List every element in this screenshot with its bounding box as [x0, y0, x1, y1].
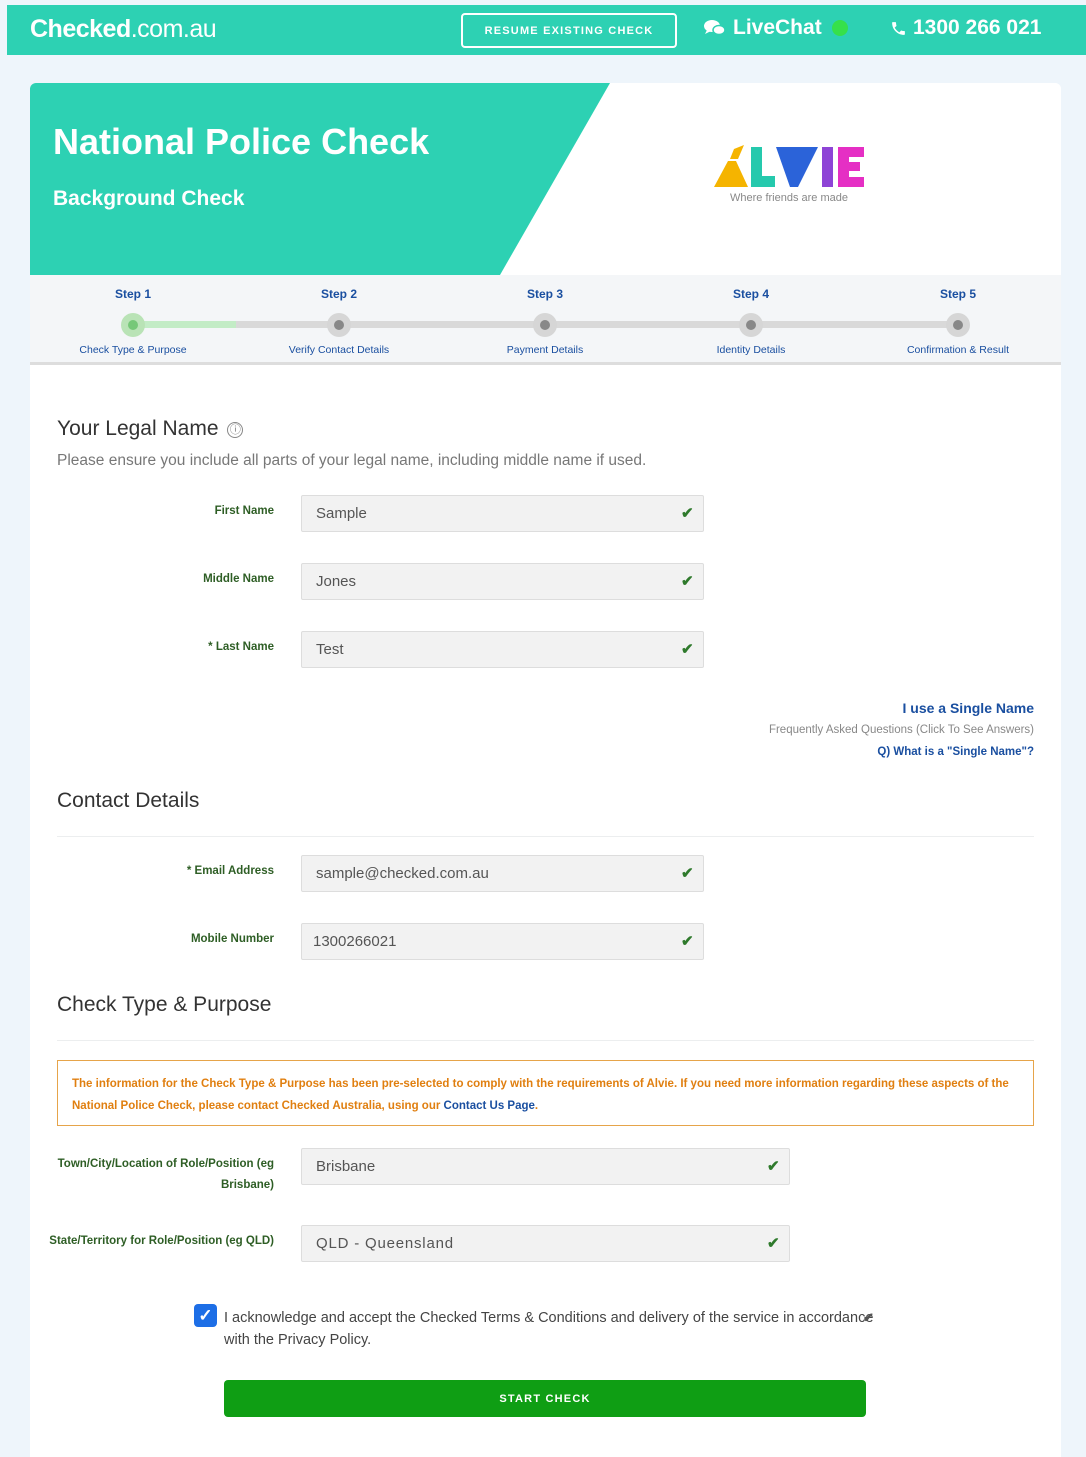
- livechat-link[interactable]: LiveChat: [704, 16, 848, 40]
- alvie-logo: [714, 145, 864, 187]
- hero-banner: National Police Check Background Check W…: [30, 83, 1061, 275]
- phone-number: 1300 266 021: [913, 16, 1042, 39]
- step-title: Step 3: [526, 287, 563, 301]
- top-bar: Checked.com.au RESUME EXISTING CHECK Liv…: [7, 5, 1086, 55]
- contact-details-title: Contact Details: [57, 789, 200, 812]
- step-label: Identity Details: [716, 344, 786, 356]
- legal-name-title: Your Legal Name: [57, 417, 219, 440]
- alvie-tagline: Where friends are made: [730, 192, 848, 204]
- faq-title: Frequently Asked Questions (Click To See…: [768, 724, 1034, 736]
- step-title: Step 5: [939, 287, 976, 301]
- phone-icon: [892, 21, 905, 35]
- step-label: Payment Details: [506, 344, 584, 356]
- page-title: National Police Check: [53, 121, 430, 162]
- chat-bubbles-icon: [704, 20, 726, 36]
- single-name-link[interactable]: I use a Single Name: [903, 700, 1035, 716]
- step-label: Verify Contact Details: [288, 344, 390, 356]
- valid-checkmark-icon: ✔: [767, 1235, 780, 1252]
- step-dot-active: [121, 313, 145, 337]
- divider: [57, 1040, 1034, 1041]
- last-name-label: * Last Name: [208, 641, 274, 653]
- valid-checkmark-icon: ✔: [767, 1158, 780, 1175]
- faq-single-name-question[interactable]: Q) What is a "Single Name"?: [877, 746, 1034, 758]
- valid-checkmark-icon: ✔: [681, 933, 694, 950]
- checked-logo[interactable]: Checked.com.au: [30, 15, 217, 44]
- mobile-label: Mobile Number: [190, 933, 274, 945]
- online-status-dot: [831, 20, 848, 36]
- mobile-input[interactable]: [301, 923, 704, 960]
- valid-checkmark-icon: ✔: [681, 865, 694, 882]
- legal-name-description: Please ensure you include all parts of y…: [57, 452, 647, 469]
- town-label: Town/City/Location of Role/Position (eg …: [57, 1158, 274, 1191]
- state-selected-value: QLD - Queensland: [316, 1235, 454, 1252]
- check-form-card: National Police Check Background Check W…: [30, 83, 1061, 1457]
- last-name-input[interactable]: [301, 631, 704, 668]
- page-subtitle: Background Check: [53, 187, 245, 210]
- email-label: * Email Address: [186, 865, 274, 877]
- contact-us-link[interactable]: Contact Us Page: [444, 1100, 535, 1112]
- valid-checkmark-icon: ✔: [681, 641, 694, 658]
- step-label: Check Type & Purpose: [79, 344, 187, 356]
- step-dot: [327, 313, 351, 337]
- notice-end: .: [534, 1100, 539, 1112]
- step-dot: [533, 313, 557, 337]
- hero-background: [30, 83, 1061, 275]
- first-name-input[interactable]: [301, 495, 704, 532]
- step-title: Step 1: [114, 287, 151, 301]
- first-name-label: First Name: [214, 505, 274, 517]
- phone-link[interactable]: 1300 266 021: [890, 16, 1041, 40]
- terms-checkbox[interactable]: ✓: [194, 1304, 217, 1327]
- notice-text: The information for the Check Type & Pur…: [72, 1078, 1009, 1112]
- step-dot: [946, 313, 970, 337]
- middle-name-label: Middle Name: [203, 573, 274, 585]
- valid-checkmark-icon: ✔: [681, 505, 694, 522]
- start-check-button[interactable]: START CHECK: [224, 1380, 866, 1417]
- step-title: Step 4: [732, 287, 769, 301]
- info-icon[interactable]: ⓘ: [227, 422, 244, 438]
- town-input[interactable]: [301, 1148, 790, 1185]
- middle-name-input[interactable]: [301, 563, 704, 600]
- step-label: Confirmation & Result: [906, 344, 1010, 356]
- divider: [57, 836, 1034, 837]
- state-select[interactable]: QLD - Queensland: [301, 1225, 790, 1262]
- terms-text: I acknowledge and accept the Checked Ter…: [224, 1310, 874, 1348]
- progress-track-done: [132, 321, 236, 328]
- livechat-label: LiveChat: [733, 16, 822, 39]
- valid-checkmark-icon: ✔: [681, 573, 694, 590]
- progress-stepper: Step 1 Check Type & Purpose Step 2 Verif…: [30, 275, 1061, 365]
- preselected-notice: The information for the Check Type & Pur…: [57, 1060, 1034, 1126]
- state-label: State/Territory for Role/Position (eg QL…: [49, 1235, 274, 1247]
- step-title: Step 2: [320, 287, 357, 301]
- step-dot: [739, 313, 763, 337]
- resume-existing-check-button[interactable]: RESUME EXISTING CHECK: [461, 13, 677, 48]
- check-type-title: Check Type & Purpose: [57, 993, 272, 1016]
- valid-checkmark-icon: ✔: [863, 1310, 874, 1325]
- email-input[interactable]: [301, 855, 704, 892]
- legal-name-heading: Your Legal Name ⓘ: [57, 417, 244, 441]
